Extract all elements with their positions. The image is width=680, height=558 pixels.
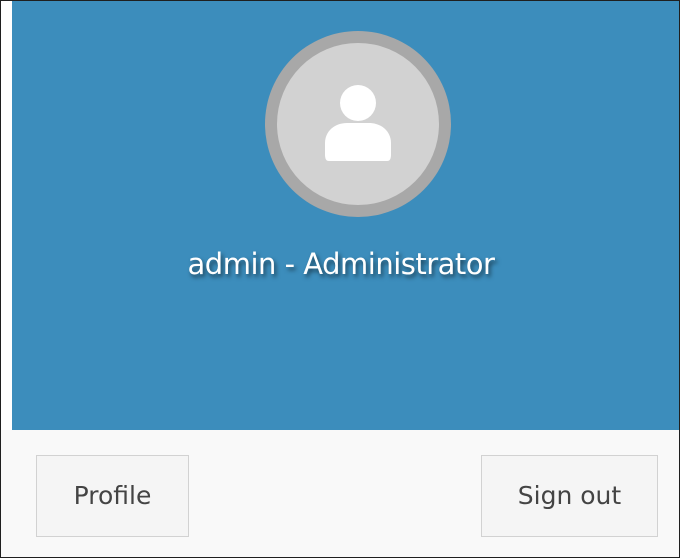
avatar-inner-circle [277, 43, 439, 205]
profile-button[interactable]: Profile [36, 455, 189, 537]
user-header: admin - Administrator [12, 1, 679, 430]
user-avatar [265, 31, 451, 217]
user-silhouette-icon [325, 85, 391, 161]
sign-out-button[interactable]: Sign out [481, 455, 658, 537]
menu-left-edge [1, 1, 12, 430]
user-display-name: admin - Administrator [187, 247, 495, 281]
user-footer: Profile Sign out [1, 430, 679, 557]
user-dropdown-menu: admin - Administrator Profile Sign out [0, 0, 680, 558]
